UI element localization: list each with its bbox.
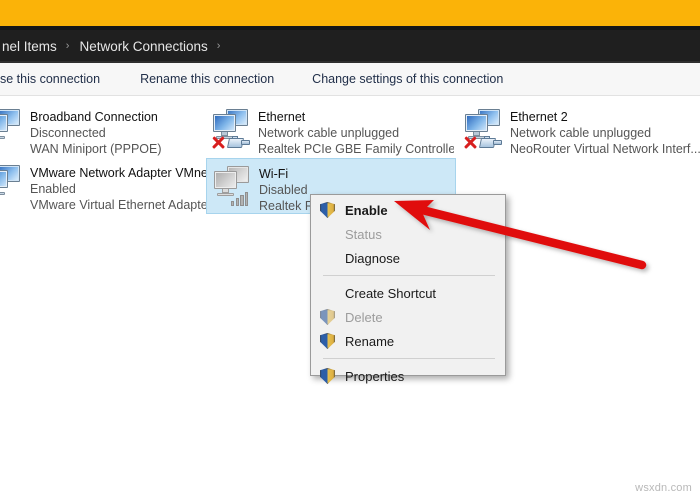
command-disable-this-connection[interactable]: se this connection [0, 72, 100, 86]
screenshot-root: nel Items › Network Connections › se thi… [0, 0, 700, 500]
connection-device: NeoRouter Virtual Network Interf... [510, 141, 700, 157]
network-vmware-icon [0, 164, 26, 208]
context-menu-item-label: Status [345, 227, 382, 242]
connection-name: Ethernet 2 [510, 109, 700, 125]
connection-device: WAN Miniport (PPPOE) [30, 141, 162, 157]
accent-bar [0, 0, 700, 26]
context-menu-item-enable[interactable]: Enable [311, 198, 505, 222]
signal-bars-icon [231, 189, 251, 206]
connection-item-vmware-vmnet8[interactable]: VMware Network Adapter VMnet8 Enabled VM… [0, 158, 210, 214]
connection-status: Disabled [259, 182, 314, 198]
connection-device: Realtek R [259, 198, 314, 214]
connection-device: VMware Virtual Ethernet Adapter ... [30, 197, 208, 213]
watermark: wsxdn.com [635, 482, 692, 494]
uac-shield-icon [320, 309, 335, 325]
context-menu-item-label: Properties [345, 369, 404, 384]
connection-name: VMware Network Adapter VMnet8 [30, 165, 208, 181]
context-menu-item-label: Create Shortcut [345, 286, 436, 301]
context-menu-item-properties[interactable]: Properties [311, 364, 505, 388]
connection-item-ethernet[interactable]: Ethernet Network cable unplugged Realtek… [206, 102, 456, 158]
context-menu-item-status: Status [311, 222, 505, 246]
command-rename-this-connection[interactable]: Rename this connection [140, 72, 274, 86]
connection-name: Wi-Fi [259, 166, 314, 182]
uac-shield-icon [320, 202, 335, 218]
context-menu[interactable]: Enable Status Diagnose Create Shortcut D… [310, 194, 506, 376]
chevron-right-icon: › [59, 40, 78, 52]
connection-device: Realtek PCIe GBE Family Controller [258, 141, 454, 157]
context-menu-separator [323, 358, 495, 359]
connection-status: Network cable unplugged [258, 125, 454, 141]
command-change-settings[interactable]: Change settings of this connection [312, 72, 503, 86]
rj45-plug-icon [480, 136, 502, 149]
chevron-right-icon-trailing[interactable]: › [210, 40, 229, 52]
context-menu-item-rename[interactable]: Rename [311, 329, 505, 353]
breadcrumb-item-network-connections[interactable]: Network Connections [77, 39, 209, 54]
context-menu-item-create-shortcut[interactable]: Create Shortcut [311, 281, 505, 305]
connection-name: Ethernet [258, 109, 454, 125]
connection-item-ethernet-2[interactable]: Ethernet 2 Network cable unplugged NeoRo… [458, 102, 700, 158]
connection-item-broadband[interactable]: Broadband Connection Disconnected WAN Mi… [0, 102, 210, 158]
network-wifi-icon [211, 165, 255, 209]
context-menu-item-label: Diagnose [345, 251, 400, 266]
network-ethernet-icon [210, 108, 254, 152]
connection-status: Enabled [30, 181, 208, 197]
context-menu-item-diagnose[interactable]: Diagnose [311, 246, 505, 270]
network-ethernet-icon [462, 108, 506, 152]
breadcrumb[interactable]: nel Items › Network Connections › [0, 30, 700, 62]
uac-shield-icon [320, 333, 335, 349]
rj45-plug-icon [228, 136, 250, 149]
network-broadband-icon [0, 108, 26, 152]
connection-name: Broadband Connection [30, 109, 162, 125]
connection-status: Network cable unplugged [510, 125, 700, 141]
command-bar: se this connection Rename this connectio… [0, 63, 700, 96]
context-menu-item-delete: Delete [311, 305, 505, 329]
context-menu-item-label: Delete [345, 310, 383, 325]
red-x-overlay-icon [462, 134, 478, 150]
uac-shield-icon [320, 368, 335, 384]
context-menu-item-label: Enable [345, 203, 388, 218]
context-menu-separator [323, 275, 495, 276]
red-x-overlay-icon [210, 134, 226, 150]
connection-status: Disconnected [30, 125, 162, 141]
breadcrumb-item-control-panel-items[interactable]: nel Items [0, 39, 59, 54]
context-menu-item-label: Rename [345, 334, 394, 349]
